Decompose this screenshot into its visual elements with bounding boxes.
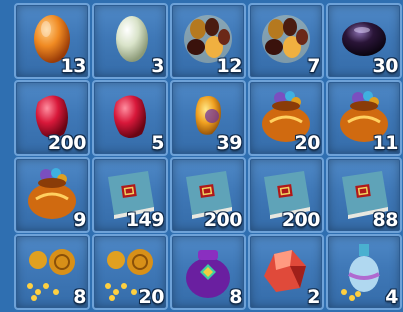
inventory-slot-treasure-sack[interactable]: 11 <box>326 80 402 156</box>
inventory-slot-skill-book[interactable]: 149 <box>92 157 168 233</box>
item-quantity: 5 <box>151 132 164 154</box>
inventory-slot-treasure-sack[interactable]: 9 <box>14 157 90 233</box>
inventory-slot-skill-book[interactable]: 200 <box>170 157 246 233</box>
item-quantity: 3 <box>151 55 164 77</box>
inventory-slot-skill-book[interactable]: 88 <box>326 157 402 233</box>
inventory-slot-orange-egg-gem[interactable]: 13 <box>14 3 90 79</box>
item-quantity: 20 <box>138 286 165 308</box>
inventory-slot-amber-gem[interactable]: 39 <box>170 80 246 156</box>
inventory-grid: 13 3 12 7 30 200 5 39 20 11 9 149 200 20… <box>0 0 403 312</box>
inventory-slot-treasure-sack[interactable]: 20 <box>248 80 324 156</box>
item-quantity: 2 <box>307 286 320 308</box>
item-quantity: 7 <box>307 55 320 77</box>
item-quantity: 149 <box>125 209 165 231</box>
item-quantity: 20 <box>294 132 321 154</box>
inventory-slot-purple-pouch[interactable]: 8 <box>170 234 246 310</box>
item-quantity: 8 <box>229 286 242 308</box>
item-quantity: 200 <box>47 132 87 154</box>
inventory-slot-jade-egg-gem[interactable]: 3 <box>92 3 168 79</box>
item-quantity: 30 <box>372 55 399 77</box>
inventory-slot-gold-gourd-coins[interactable]: 20 <box>92 234 168 310</box>
item-quantity: 4 <box>385 286 398 308</box>
item-quantity: 200 <box>281 209 321 231</box>
item-quantity: 39 <box>216 132 243 154</box>
item-quantity: 11 <box>372 132 399 154</box>
item-quantity: 9 <box>73 209 86 231</box>
inventory-slot-gold-gourd-coins[interactable]: 8 <box>14 234 90 310</box>
inventory-slot-mixed-gems[interactable]: 12 <box>170 3 246 79</box>
item-quantity: 12 <box>216 55 243 77</box>
item-quantity: 13 <box>60 55 87 77</box>
inventory-slot-skill-book[interactable]: 200 <box>248 157 324 233</box>
inventory-slot-mixed-gems[interactable]: 7 <box>248 3 324 79</box>
inventory-slot-dark-purple-gem[interactable]: 30 <box>326 3 402 79</box>
item-quantity: 88 <box>372 209 399 231</box>
inventory-slot-red-ruby-gem[interactable]: 200 <box>14 80 90 156</box>
inventory-slot-vase-coins[interactable]: 4 <box>326 234 402 310</box>
inventory-slot-red-ore[interactable]: 2 <box>248 234 324 310</box>
item-quantity: 8 <box>73 286 86 308</box>
inventory-slot-red-ruby-gem[interactable]: 5 <box>92 80 168 156</box>
item-quantity: 200 <box>203 209 243 231</box>
